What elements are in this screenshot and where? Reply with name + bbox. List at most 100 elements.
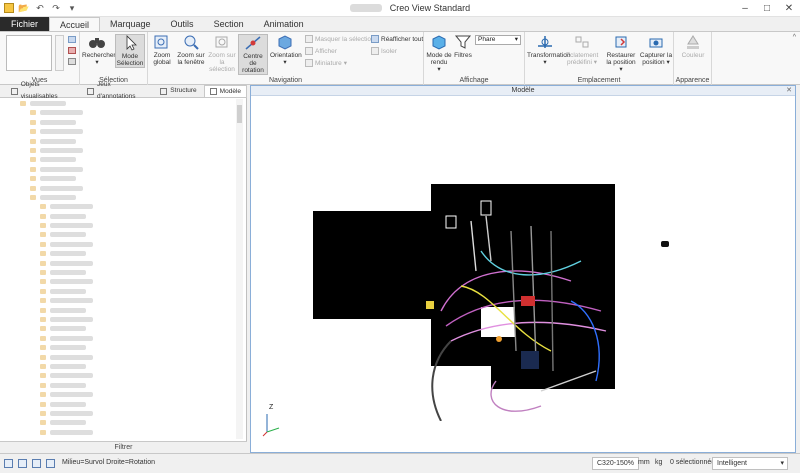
tree-row[interactable] bbox=[0, 353, 236, 362]
tree-row-label-blur bbox=[50, 410, 93, 416]
tab-marquage[interactable]: Marquage bbox=[100, 17, 161, 31]
layout-horizontal-icon[interactable] bbox=[32, 459, 41, 468]
layout-single-icon[interactable] bbox=[4, 459, 13, 468]
filter-bar[interactable]: Filtrer bbox=[0, 441, 247, 453]
viewport-close-icon[interactable]: ✕ bbox=[786, 86, 792, 96]
hide-icon bbox=[305, 35, 313, 43]
model-viewport[interactable]: Modèle ✕ Z bbox=[250, 85, 796, 453]
tree-row[interactable] bbox=[0, 324, 236, 333]
tree-row[interactable] bbox=[0, 343, 236, 352]
unit-mass[interactable]: kg bbox=[655, 459, 662, 466]
tree-row[interactable] bbox=[0, 306, 236, 315]
tree-row[interactable] bbox=[0, 174, 236, 183]
tab-accueil[interactable]: Accueil bbox=[49, 17, 101, 31]
minimize-icon[interactable]: – bbox=[734, 0, 756, 17]
tab-structure[interactable]: Structure bbox=[155, 85, 201, 97]
tree-row[interactable] bbox=[0, 240, 236, 249]
tree-row[interactable] bbox=[0, 287, 236, 296]
capturer-position-button[interactable]: Capturer la position ▾ bbox=[639, 34, 673, 66]
tree-row[interactable] bbox=[0, 165, 236, 174]
tab-modele[interactable]: Modèle bbox=[203, 85, 247, 97]
filtres-button[interactable]: Filtres bbox=[453, 34, 473, 59]
tab-fichier[interactable]: Fichier bbox=[0, 17, 49, 31]
tree-row[interactable] bbox=[0, 193, 236, 202]
centre-rotation-button[interactable]: Centre de rotation bbox=[238, 34, 268, 75]
isoler-button[interactable]: Isoler bbox=[371, 47, 397, 55]
tab-animation[interactable]: Animation bbox=[254, 17, 314, 31]
view-thumbnail[interactable] bbox=[6, 35, 52, 71]
transformation-button[interactable]: Transformation ▾ bbox=[527, 34, 570, 66]
tree-row[interactable] bbox=[0, 137, 236, 146]
tree-row[interactable] bbox=[0, 127, 236, 136]
tree-row[interactable] bbox=[0, 371, 236, 380]
tree-row[interactable] bbox=[0, 155, 236, 164]
tree-row[interactable] bbox=[0, 212, 236, 221]
unit-length[interactable]: mm bbox=[638, 459, 650, 466]
phare-select[interactable]: Phare ▾ bbox=[475, 35, 521, 45]
tree-row[interactable] bbox=[0, 230, 236, 239]
zoom-selection-button[interactable]: Zoom sur la sélection bbox=[207, 34, 237, 73]
layout-split-icon[interactable] bbox=[18, 459, 27, 468]
maximize-icon[interactable]: □ bbox=[756, 0, 778, 17]
tree-row[interactable] bbox=[0, 362, 236, 371]
restaurer-position-button[interactable]: Restaurer la position ▾ bbox=[604, 34, 638, 73]
ribbon-collapse-icon[interactable]: ^ bbox=[793, 34, 796, 41]
reafficher-tout-button[interactable]: Réafficher tout bbox=[371, 35, 423, 43]
mode-selection-button[interactable]: Mode Sélection bbox=[115, 34, 145, 68]
tree-row[interactable] bbox=[0, 259, 236, 268]
selection-mode-select[interactable]: Intelligent ▾ bbox=[712, 457, 788, 470]
folder-icon bbox=[30, 138, 36, 144]
zoom-fenetre-button[interactable]: Zoom sur la fenêtre bbox=[176, 34, 206, 66]
folder-icon bbox=[40, 288, 46, 294]
mode-rendu-button[interactable]: Mode de rendu ▾ bbox=[426, 34, 452, 73]
view-add-icon[interactable] bbox=[68, 36, 76, 43]
couleur-button[interactable]: Couleur bbox=[677, 34, 709, 59]
tree-row[interactable] bbox=[0, 315, 236, 324]
miniature-button[interactable]: Miniature ▾ bbox=[305, 59, 347, 67]
rechercher-button[interactable]: Rechercher ▾ bbox=[82, 34, 116, 66]
close-icon[interactable]: ✕ bbox=[778, 0, 800, 17]
tree-row[interactable] bbox=[0, 409, 236, 418]
engine-model[interactable] bbox=[421, 191, 621, 421]
blue-component bbox=[521, 351, 539, 369]
eclatement-button[interactable]: Eclatement prédéfini ▾ bbox=[565, 34, 599, 66]
tab-outils[interactable]: Outils bbox=[161, 17, 204, 31]
orientation-button[interactable]: Orientation ▾ bbox=[270, 34, 302, 66]
tree-row[interactable] bbox=[0, 334, 236, 343]
viewport-title-text: Modèle bbox=[511, 87, 535, 94]
tree-row[interactable] bbox=[0, 381, 236, 390]
layout-thumbnail-icon[interactable] bbox=[46, 459, 55, 468]
tab-objets-visualisables[interactable]: Objets visualisables bbox=[6, 81, 80, 100]
small-part[interactable] bbox=[661, 241, 669, 247]
tree-row[interactable] bbox=[0, 418, 236, 427]
rotation-center-icon bbox=[245, 36, 261, 50]
tree-row[interactable] bbox=[0, 428, 236, 437]
zoom-readout[interactable]: C320-150% bbox=[592, 457, 639, 470]
tree-row[interactable] bbox=[0, 146, 236, 155]
zoom-global-button[interactable]: Zoom global bbox=[150, 34, 174, 66]
view-grid-icon[interactable] bbox=[68, 58, 76, 65]
view-scroll[interactable] bbox=[55, 35, 64, 71]
tree-scrollbar[interactable] bbox=[236, 99, 243, 439]
afficher-button[interactable]: Afficher bbox=[305, 47, 337, 55]
tree-row[interactable] bbox=[0, 108, 236, 117]
tree-row[interactable] bbox=[0, 221, 236, 230]
tree-row-label-blur bbox=[40, 185, 83, 191]
tree-row[interactable] bbox=[0, 99, 236, 108]
tab-section[interactable]: Section bbox=[204, 17, 254, 31]
window-title: Creo View Standard bbox=[389, 3, 471, 13]
view-delete-icon[interactable] bbox=[68, 47, 76, 54]
masquer-selection-button[interactable]: Masquer la sélection bbox=[305, 35, 375, 43]
tree-row[interactable] bbox=[0, 296, 236, 305]
tree-row[interactable] bbox=[0, 390, 236, 399]
tree-row[interactable] bbox=[0, 118, 236, 127]
tree-row[interactable] bbox=[0, 268, 236, 277]
tree-row[interactable] bbox=[0, 202, 236, 211]
model-tree[interactable] bbox=[0, 99, 236, 439]
scrollbar-thumb[interactable] bbox=[237, 105, 242, 123]
tree-row[interactable] bbox=[0, 400, 236, 409]
tree-row[interactable] bbox=[0, 249, 236, 258]
tree-row[interactable] bbox=[0, 184, 236, 193]
tree-row[interactable] bbox=[0, 277, 236, 286]
tab-jeux-annotations[interactable]: Jeux d'annotations bbox=[82, 81, 153, 100]
